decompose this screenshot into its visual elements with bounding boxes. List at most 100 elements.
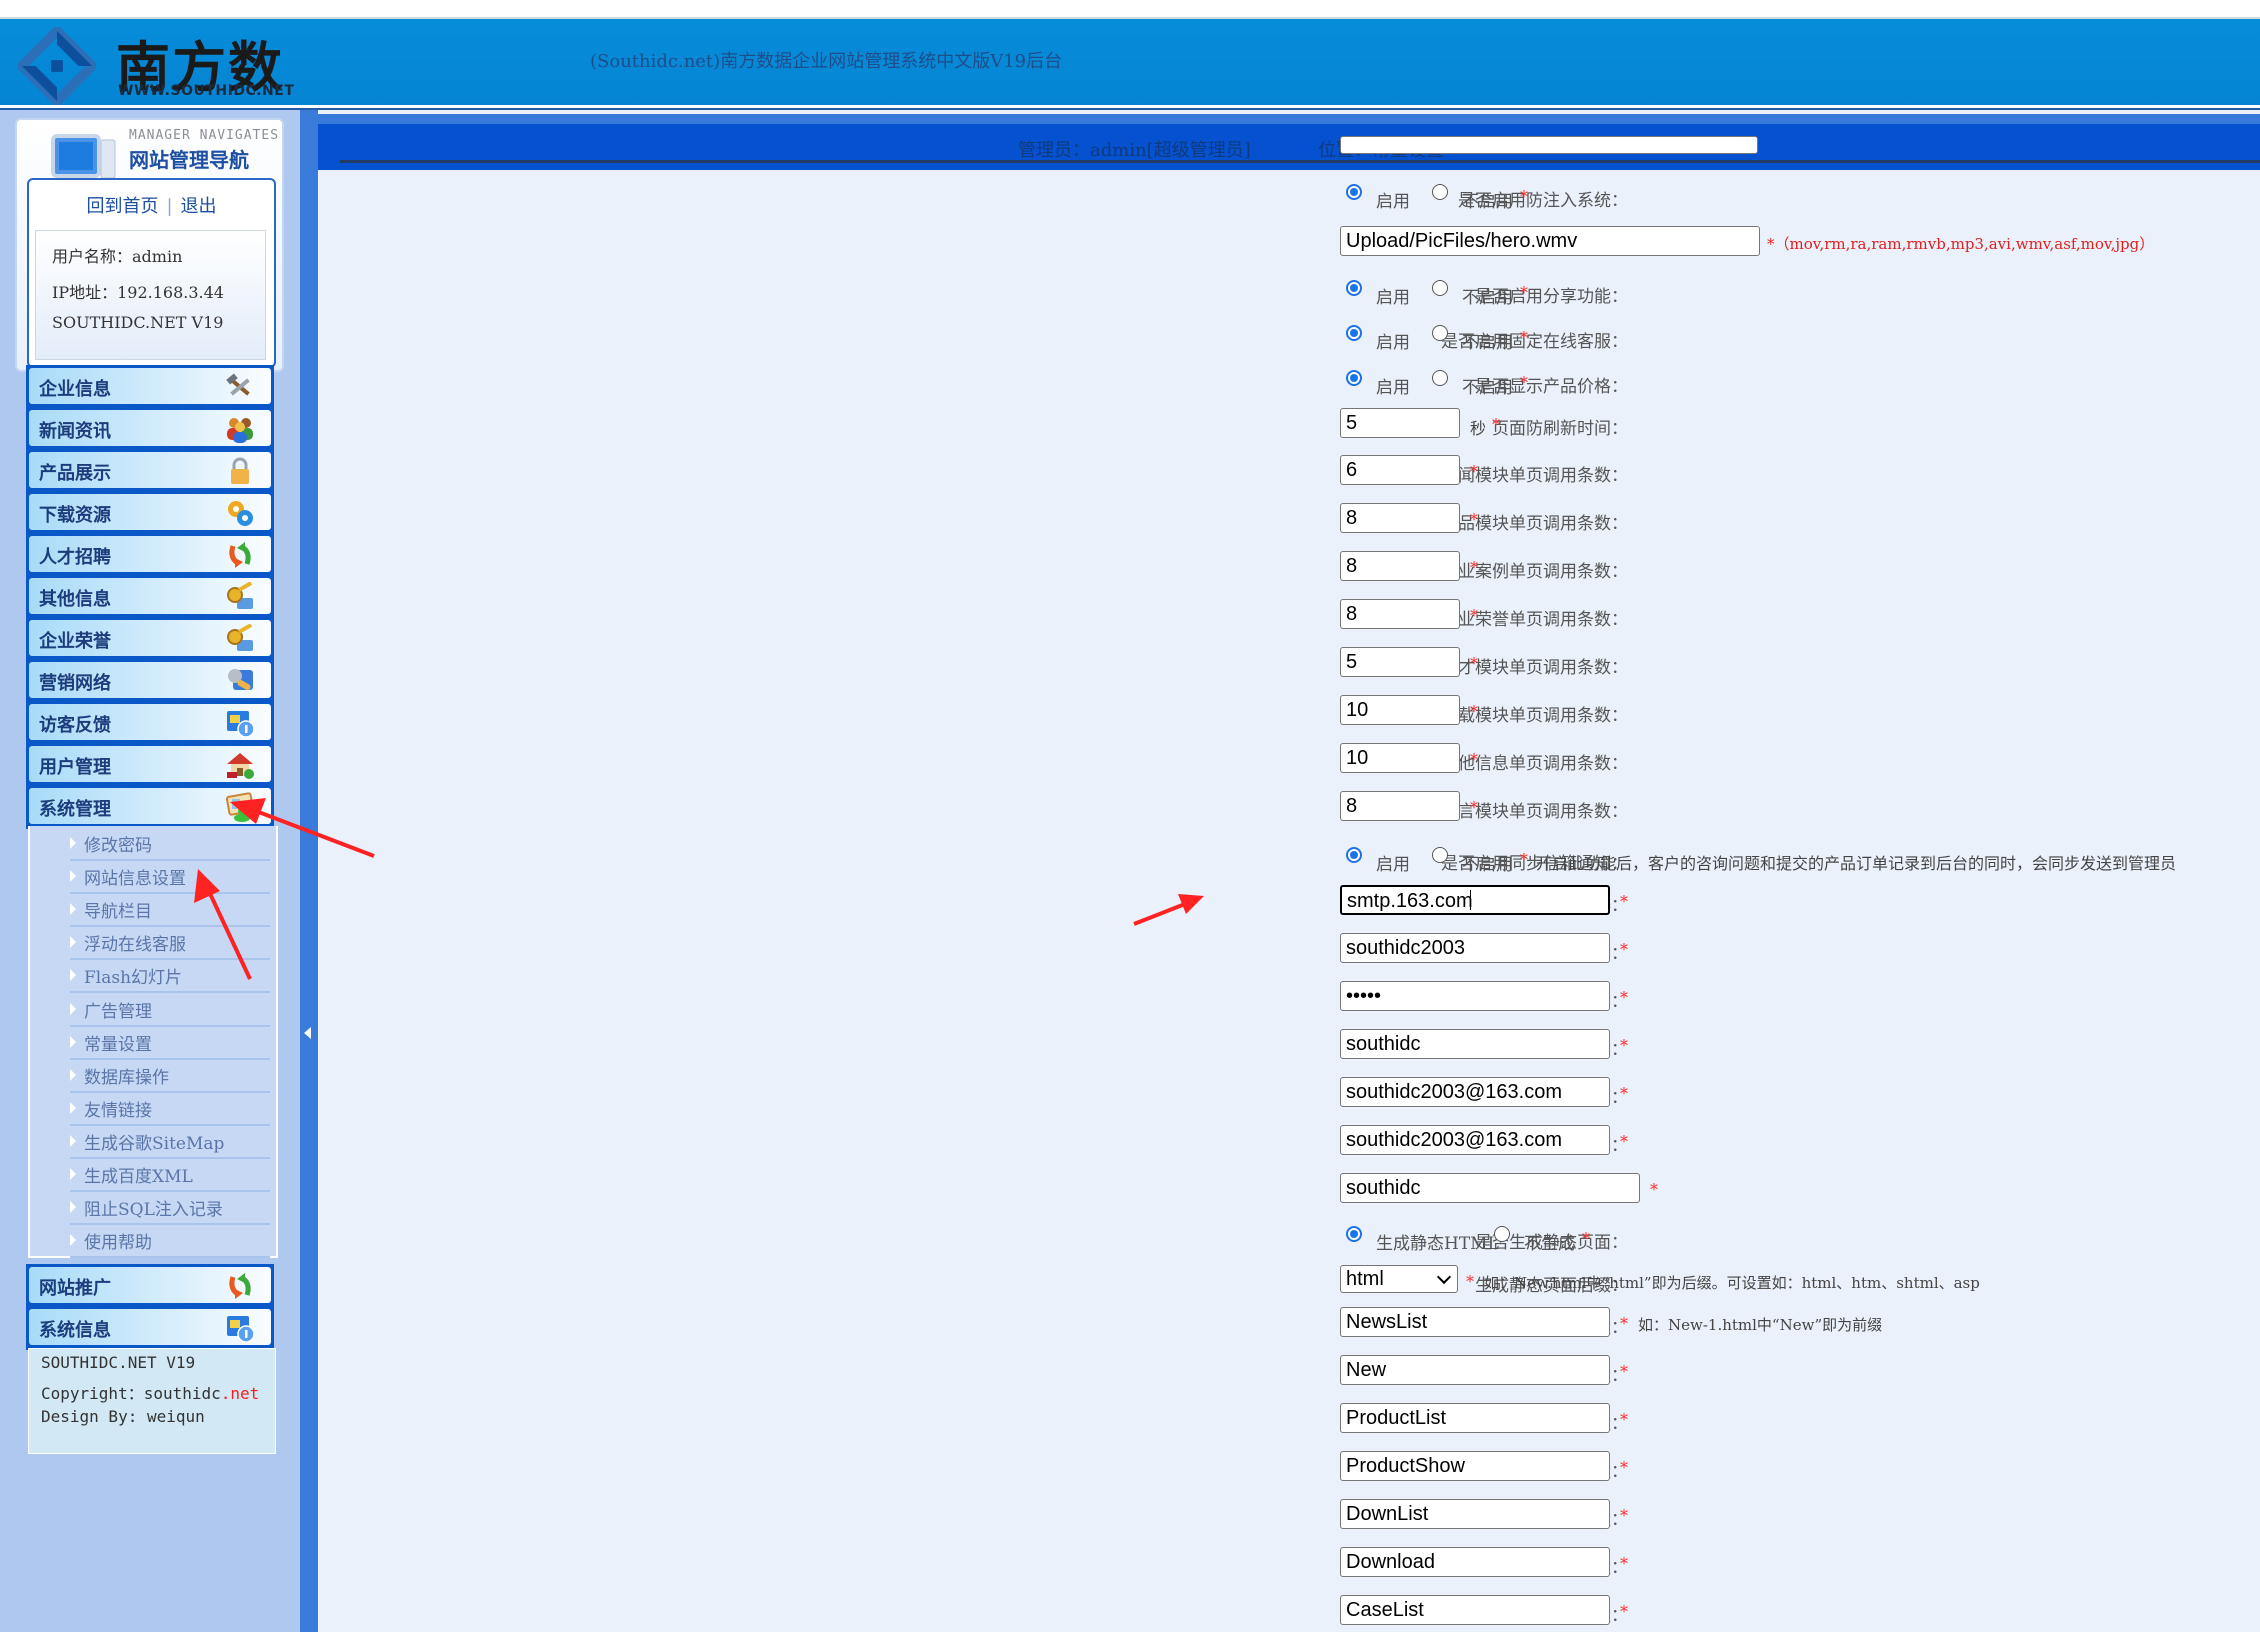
submenu-item[interactable]: 生成百度XML xyxy=(70,1159,270,1192)
menu-item-button[interactable]: 网站推广 xyxy=(29,1267,271,1303)
submenu-item[interactable]: 阻止SQL注入记录 xyxy=(70,1192,270,1226)
submenu-item[interactable]: 友情链接 xyxy=(70,1093,270,1126)
prefix-input[interactable]: New xyxy=(1340,1355,1610,1385)
share-on-radio[interactable] xyxy=(1346,280,1362,296)
menu-item-button[interactable]: 用户管理 xyxy=(29,746,271,782)
count-input[interactable]: 8 xyxy=(1340,551,1460,581)
submenu-item[interactable]: 广告管理 xyxy=(70,994,270,1027)
menu-item-button[interactable]: 营销网络 xyxy=(29,662,271,698)
required-mark: * xyxy=(1492,415,1500,434)
prefix-input[interactable]: DownList xyxy=(1340,1499,1610,1529)
menu-item-button[interactable]: 访客反馈 xyxy=(29,704,271,740)
submenu-item[interactable]: 使用帮助 xyxy=(70,1225,270,1259)
smtp-password-input[interactable]: ••••• xyxy=(1340,981,1610,1011)
sidebar-menu-item[interactable]: 下载资源 xyxy=(26,491,274,535)
sidebar-menu-item[interactable]: 营销网络 xyxy=(26,659,274,703)
sidebar-menu-item[interactable]: 新闻资讯 xyxy=(26,407,274,451)
prefix-input[interactable]: ProductList xyxy=(1340,1403,1610,1433)
ad-file-input[interactable]: Upload/PicFiles/hero.wmv xyxy=(1340,226,1760,256)
menu-item-label: 系统管理 xyxy=(39,799,111,820)
share-off-radio[interactable] xyxy=(1432,280,1448,296)
submenu-item[interactable]: 浮动在线客服 xyxy=(70,927,270,961)
submenu-item[interactable]: 数据库操作 xyxy=(70,1060,270,1093)
ad-format-note: *（mov,rm,ra,ram,rmvb,mp3,avi,wmv,asf,mov… xyxy=(1767,235,2155,253)
required-mark: * xyxy=(1520,373,1528,392)
feedback-title-input[interactable]: southidc xyxy=(1340,1173,1640,1203)
menu-item-button[interactable]: 其他信息 xyxy=(29,578,271,614)
submenu-item[interactable]: Flash幻灯片 xyxy=(70,960,270,994)
form-row-count: 下载模块单页调用条数： 10 * xyxy=(318,695,2260,729)
count-input[interactable]: 10 xyxy=(1340,695,1460,725)
sidebar-menu-item[interactable]: 系统信息 xyxy=(26,1306,274,1350)
receive-mail-input[interactable]: southidc2003@163.com xyxy=(1340,1077,1610,1107)
count-input[interactable]: 8 xyxy=(1340,791,1460,821)
form-row-prefix: 下载详细页生成前缀：Download* xyxy=(318,1547,2260,1581)
sidebar-menu-item[interactable]: 企业荣誉 xyxy=(26,617,274,661)
menu-item-label: 人才招聘 xyxy=(39,547,111,568)
submenu-item[interactable]: 常量设置 xyxy=(70,1027,270,1060)
sidebar-menu-item[interactable]: 人才招聘 xyxy=(26,533,274,577)
static-gen-off-radio[interactable] xyxy=(1494,1226,1510,1242)
prefix-input[interactable]: NewsList xyxy=(1340,1307,1610,1337)
static-gen-on-radio[interactable] xyxy=(1346,1226,1362,1242)
sidebar-menu-item[interactable]: 产品展示 xyxy=(26,449,274,493)
submenu-item[interactable]: 修改密码 xyxy=(70,828,270,861)
submenu-item[interactable]: 生成谷歌SiteMap xyxy=(70,1126,270,1159)
prefix-input[interactable]: Download xyxy=(1340,1547,1610,1577)
show-price-off-radio[interactable] xyxy=(1432,370,1448,386)
logout-link[interactable]: 退出 xyxy=(181,196,217,217)
text-input-partial[interactable] xyxy=(1340,136,1758,154)
menu-item-button[interactable]: 产品展示 xyxy=(29,452,271,488)
static-suffix-select[interactable]: html xyxy=(1340,1265,1458,1293)
submenu-item[interactable]: 导航栏目 xyxy=(70,894,270,928)
menu-item-button[interactable]: 系统管理 xyxy=(29,788,271,824)
radio-label: 启用 xyxy=(1376,288,1410,308)
required-mark: * xyxy=(1620,1410,1628,1429)
sidebar-menu-item[interactable]: 访客反馈 xyxy=(26,701,274,745)
lock-icon xyxy=(225,456,255,486)
menu-item-button[interactable]: 新闻资讯 xyxy=(29,410,271,446)
online-service-on-radio[interactable] xyxy=(1346,325,1362,341)
sidebar-menu-item[interactable]: 用户管理 xyxy=(26,743,274,787)
sync-mail-on-radio[interactable] xyxy=(1346,847,1362,863)
sidebar-collapse-button[interactable] xyxy=(302,1025,314,1041)
smtp-server-input[interactable]: smtp.163.com xyxy=(1340,885,1610,915)
count-input[interactable]: 10 xyxy=(1340,743,1460,773)
menu-item-button[interactable]: 人才招聘 xyxy=(29,536,271,572)
menu-item-button[interactable]: 下载资源 xyxy=(29,494,271,530)
menu-item-label: 用户管理 xyxy=(39,757,111,778)
radio-label: 不启用 xyxy=(1462,288,1513,308)
triangle-right-icon xyxy=(70,1168,76,1180)
required-mark: * xyxy=(1466,1272,1474,1291)
sender-input[interactable]: southidc xyxy=(1340,1029,1610,1059)
sidebar-menu-item[interactable]: 网站推广 xyxy=(26,1264,274,1308)
count-input[interactable]: 8 xyxy=(1340,503,1460,533)
home-link[interactable]: 回到首页 xyxy=(86,196,158,217)
online-service-off-radio[interactable] xyxy=(1432,325,1448,341)
menu-item-button[interactable]: 企业信息 xyxy=(29,368,271,404)
logo[interactable]: 南方数据 WWW.SOUTHIDC.NET xyxy=(14,25,314,178)
sidebar-menu-item[interactable]: 系统管理 xyxy=(26,785,274,829)
prefix-input[interactable]: CaseList xyxy=(1340,1595,1610,1625)
sync-mail-off-radio[interactable] xyxy=(1432,847,1448,863)
prefix-input[interactable]: ProductShow xyxy=(1340,1451,1610,1481)
anti-injection-on-radio[interactable] xyxy=(1346,184,1362,200)
submenu-item-label: 常量设置 xyxy=(84,1034,152,1055)
menu-item-button[interactable]: 企业荣誉 xyxy=(29,620,271,656)
count-input[interactable]: 6 xyxy=(1340,455,1460,485)
refresh-time-input[interactable]: 5 xyxy=(1340,408,1460,438)
count-input[interactable]: 5 xyxy=(1340,647,1460,677)
field-label: 是否启用防注入系统： xyxy=(1458,191,1628,211)
send-mail-input[interactable]: southidc2003@163.com xyxy=(1340,1125,1610,1155)
show-price-on-radio[interactable] xyxy=(1346,370,1362,386)
sidebar-menu-item[interactable]: 企业信息 xyxy=(26,365,274,409)
sidebar-menu-item[interactable]: 其他信息 xyxy=(26,575,274,619)
count-input[interactable]: 8 xyxy=(1340,599,1460,629)
anti-injection-off-radio[interactable] xyxy=(1432,184,1448,200)
required-mark: * xyxy=(1470,750,1478,769)
required-mark: * xyxy=(1620,1314,1628,1333)
smtp-user-input[interactable]: southidc2003 xyxy=(1340,933,1610,963)
sidebar-splitter[interactable] xyxy=(300,110,318,1632)
submenu-item[interactable]: 网站信息设置 xyxy=(70,861,270,895)
menu-item-button[interactable]: 系统信息 xyxy=(29,1309,271,1345)
